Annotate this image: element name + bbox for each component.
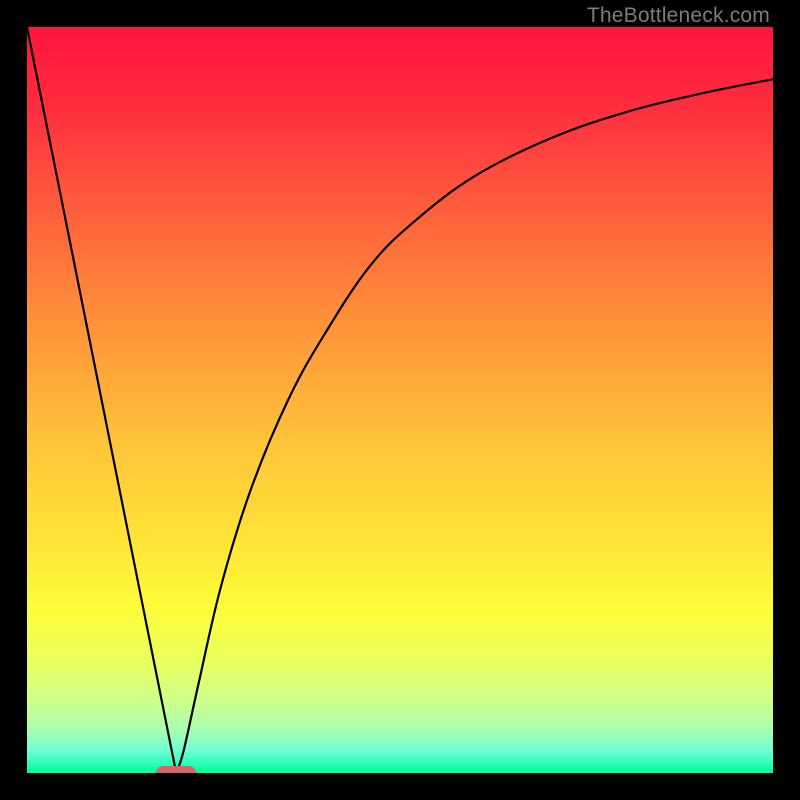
plot-area [27, 27, 773, 773]
chart-container: TheBottleneck.com [0, 0, 800, 800]
optimal-marker [156, 766, 196, 773]
watermark-text: TheBottleneck.com [587, 4, 770, 28]
gradient-background [27, 27, 773, 773]
